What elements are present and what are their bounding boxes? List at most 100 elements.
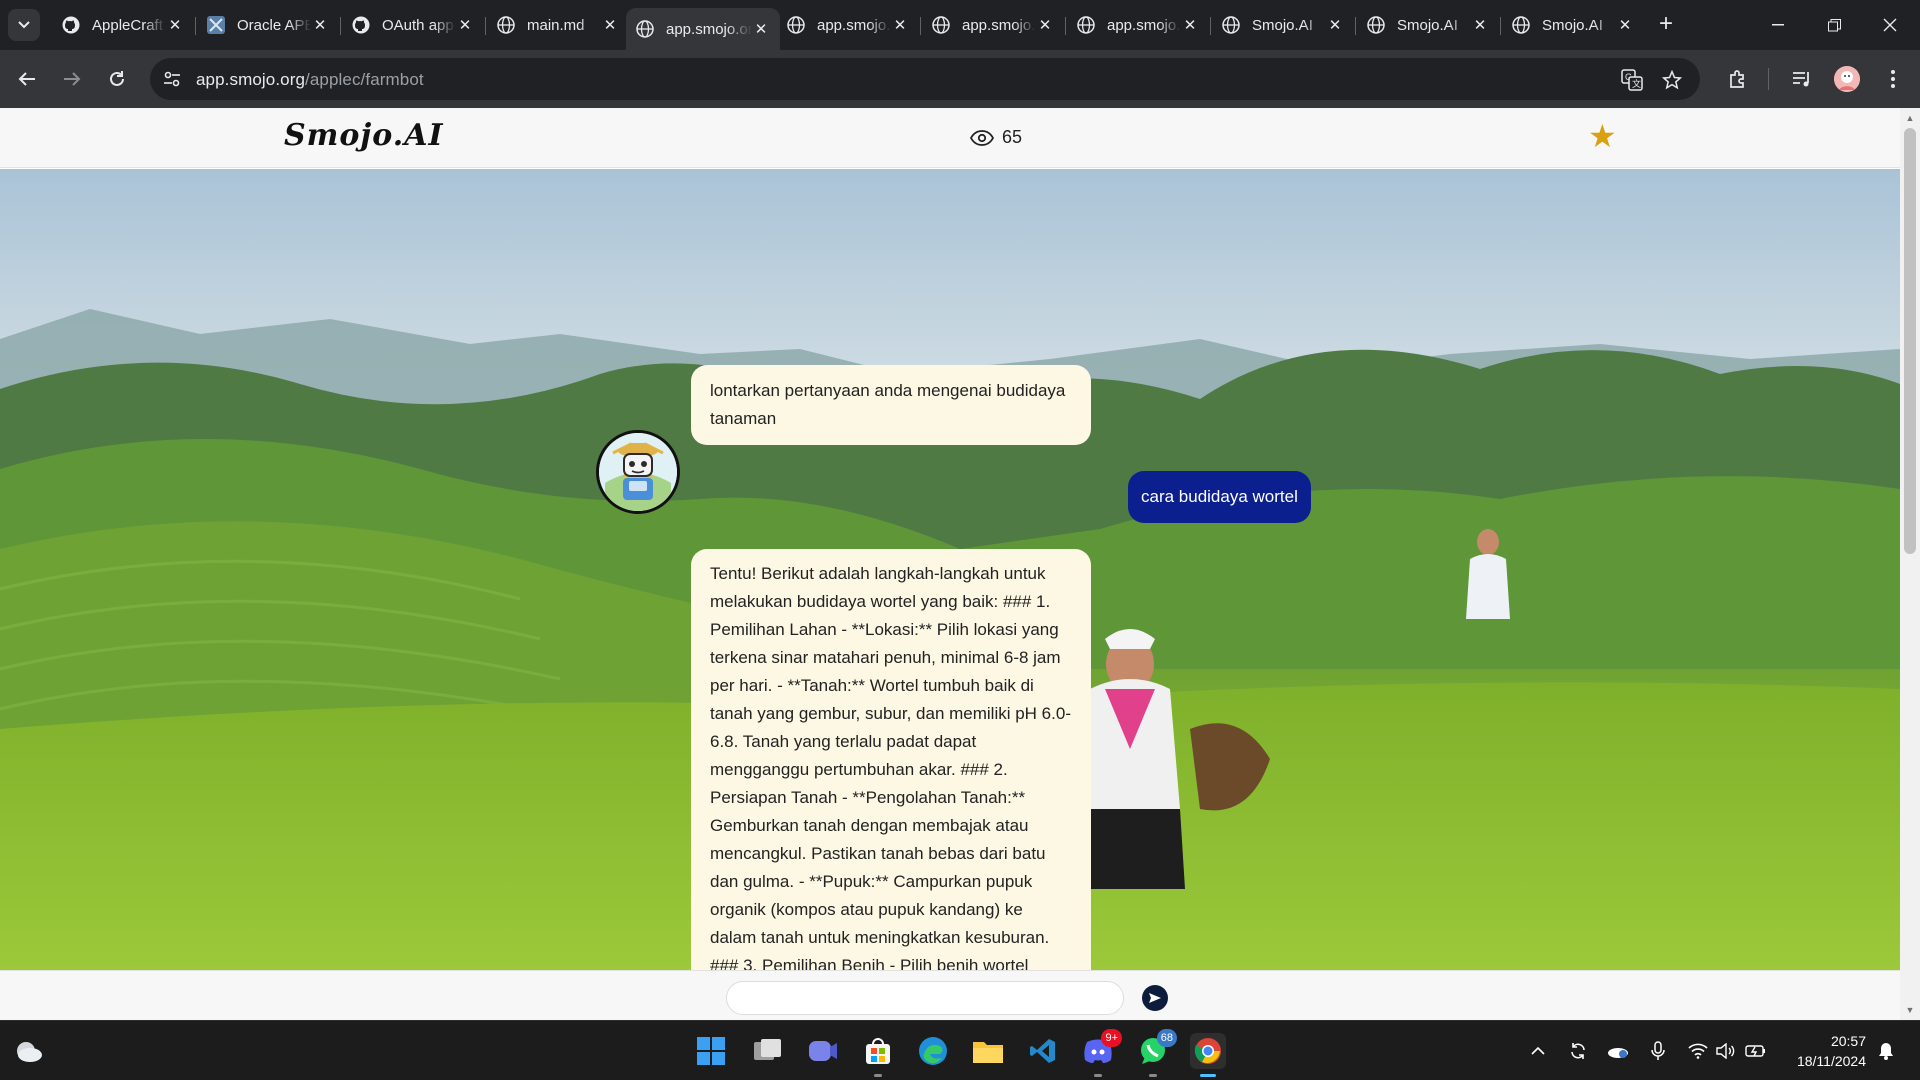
close-tab-icon[interactable]: ✕ — [456, 16, 474, 34]
browser-tab[interactable]: Smojo.AI ✕ — [1357, 8, 1499, 42]
site-settings-icon[interactable] — [162, 69, 182, 89]
tab-separator — [1210, 17, 1211, 35]
bot-welcome-message: lontarkan pertanyaan anda mengenai budid… — [691, 365, 1091, 445]
forward-button[interactable] — [56, 63, 88, 95]
smojo-logo[interactable]: Smojo.AI — [284, 118, 444, 153]
close-tab-icon[interactable]: ✕ — [891, 16, 909, 34]
tab-strip: AppleCraft✕Oracle APEX✕OAuth app✕main.md… — [0, 0, 1920, 50]
windows-logo-icon — [697, 1037, 725, 1065]
svg-text:文: 文 — [1632, 78, 1641, 89]
extensions-button[interactable] — [1722, 63, 1754, 95]
edge-button[interactable] — [915, 1033, 951, 1069]
notifications-tray-icon[interactable] — [1874, 1039, 1898, 1063]
show-hidden-icons[interactable] — [1526, 1039, 1550, 1063]
favorite-star-icon[interactable]: ★ — [1588, 120, 1617, 152]
tab-separator — [340, 17, 341, 35]
chrome-menu-button[interactable] — [1877, 63, 1909, 95]
profile-avatar[interactable] — [1834, 66, 1860, 92]
arrow-right-icon — [64, 72, 81, 86]
volume-tray-icon[interactable] — [1714, 1039, 1738, 1063]
reload-button[interactable] — [101, 63, 133, 95]
teams-chat-button[interactable] — [805, 1033, 841, 1069]
close-tab-icon[interactable]: ✕ — [1616, 16, 1634, 34]
tab-separator — [1065, 17, 1066, 35]
browser-tab[interactable]: OAuth app ✕ — [342, 8, 484, 42]
close-window-button[interactable] — [1862, 0, 1918, 50]
folder-icon — [973, 1042, 1003, 1063]
robot-farmer-icon — [599, 433, 677, 511]
vscode-icon — [1030, 1039, 1055, 1063]
close-icon — [1883, 18, 1897, 32]
browser-tab[interactable]: main.md ✕ — [487, 8, 629, 42]
globe-icon — [1077, 16, 1095, 34]
url-path: /applec/farmbot — [305, 70, 424, 89]
translate-icon[interactable]: G文 — [1620, 68, 1644, 92]
scroll-up-arrow[interactable]: ▲ — [1900, 110, 1920, 126]
tab-title: Smojo.AI — [1252, 16, 1313, 34]
browser-tab[interactable]: Oracle APEX✕ — [197, 8, 339, 42]
tab-title: app.smojo.org — [666, 20, 752, 38]
running-indicator — [874, 1074, 882, 1077]
tab-search-button[interactable] — [8, 9, 40, 41]
restore-button[interactable] — [1806, 0, 1862, 50]
microsoft-store-button[interactable] — [860, 1033, 896, 1077]
new-tab-button[interactable]: + — [1652, 10, 1680, 38]
chrome-button[interactable] — [1190, 1033, 1226, 1077]
tab-title: app.smojo.org — [962, 16, 1036, 34]
whatsapp-badge: 68 — [1156, 1029, 1177, 1047]
microphone-tray-icon[interactable] — [1646, 1039, 1670, 1063]
url-text[interactable]: app.smojo.org/applec/farmbot — [196, 70, 424, 90]
close-tab-icon[interactable]: ✕ — [311, 16, 329, 34]
scroll-thumb[interactable] — [1904, 128, 1916, 554]
start-button[interactable] — [693, 1033, 729, 1069]
toolbar-divider — [1768, 68, 1769, 90]
file-explorer-button[interactable] — [970, 1033, 1006, 1069]
vscode-button[interactable] — [1025, 1033, 1061, 1069]
tab-separator — [485, 17, 486, 35]
onedrive-tray-icon[interactable] — [1606, 1039, 1630, 1063]
page-scrollbar[interactable]: ▲ ▼ — [1900, 108, 1920, 1020]
close-tab-icon[interactable]: ✕ — [752, 20, 770, 38]
browser-tab[interactable]: app.smojo.org✕ — [777, 8, 919, 42]
globe-icon — [787, 16, 805, 34]
browser-tab[interactable]: app.smojo.org✕ — [626, 8, 780, 50]
github-icon — [62, 16, 80, 34]
battery-tray-icon[interactable] — [1744, 1039, 1768, 1063]
wifi-tray-icon[interactable] — [1686, 1039, 1710, 1063]
web-page: Smojo.AI 65 ★ lontarkan pertanyaan anda … — [0, 108, 1900, 1020]
discord-button[interactable]: 9+ — [1080, 1029, 1122, 1077]
browser-tab[interactable]: AppleCraft ✕ — [52, 8, 194, 42]
browser-tab[interactable]: app.smojo.org✕ — [922, 8, 1064, 42]
address-bar[interactable]: app.smojo.org/applec/farmbot G文 — [150, 58, 1700, 100]
sync-tray-icon[interactable] — [1566, 1039, 1590, 1063]
send-button[interactable] — [1142, 985, 1168, 1011]
close-tab-icon[interactable]: ✕ — [1181, 16, 1199, 34]
media-control-button[interactable] — [1786, 63, 1818, 95]
chrome-icon — [1194, 1038, 1221, 1064]
bookmark-star-icon[interactable] — [1660, 68, 1684, 92]
whatsapp-button[interactable]: 68 — [1135, 1029, 1177, 1077]
scroll-down-arrow[interactable]: ▼ — [1900, 1002, 1920, 1018]
browser-tab[interactable]: Smojo.AI ✕ — [1212, 8, 1354, 42]
active-indicator — [1200, 1074, 1216, 1077]
system-clock[interactable]: 20:57 18/11/2024 — [1776, 1031, 1866, 1071]
close-tab-icon[interactable]: ✕ — [166, 16, 184, 34]
speaker-icon — [1716, 1043, 1735, 1059]
tab-title: Smojo.AI — [1397, 16, 1458, 34]
bot-reply-message: Tentu! Berikut adalah langkah-langkah un… — [691, 549, 1091, 972]
chat-input[interactable] — [726, 981, 1124, 1015]
close-tab-icon[interactable]: ✕ — [1326, 16, 1344, 34]
back-button[interactable] — [11, 63, 43, 95]
minimize-button[interactable] — [1750, 0, 1806, 50]
task-view-button[interactable] — [750, 1033, 786, 1069]
weather-widget[interactable] — [10, 1033, 46, 1069]
browser-tab[interactable]: app.smojo.org✕ — [1067, 8, 1209, 42]
close-tab-icon[interactable]: ✕ — [1036, 16, 1054, 34]
globe-icon — [636, 20, 654, 38]
tab-title: app.smojo.org — [817, 16, 891, 34]
video-chat-icon — [809, 1041, 837, 1061]
browser-tab[interactable]: Smojo.AI ✕ — [1502, 8, 1644, 42]
close-tab-icon[interactable]: ✕ — [1471, 16, 1489, 34]
close-tab-icon[interactable]: ✕ — [601, 16, 619, 34]
tab-title: Oracle APEX — [237, 16, 311, 34]
